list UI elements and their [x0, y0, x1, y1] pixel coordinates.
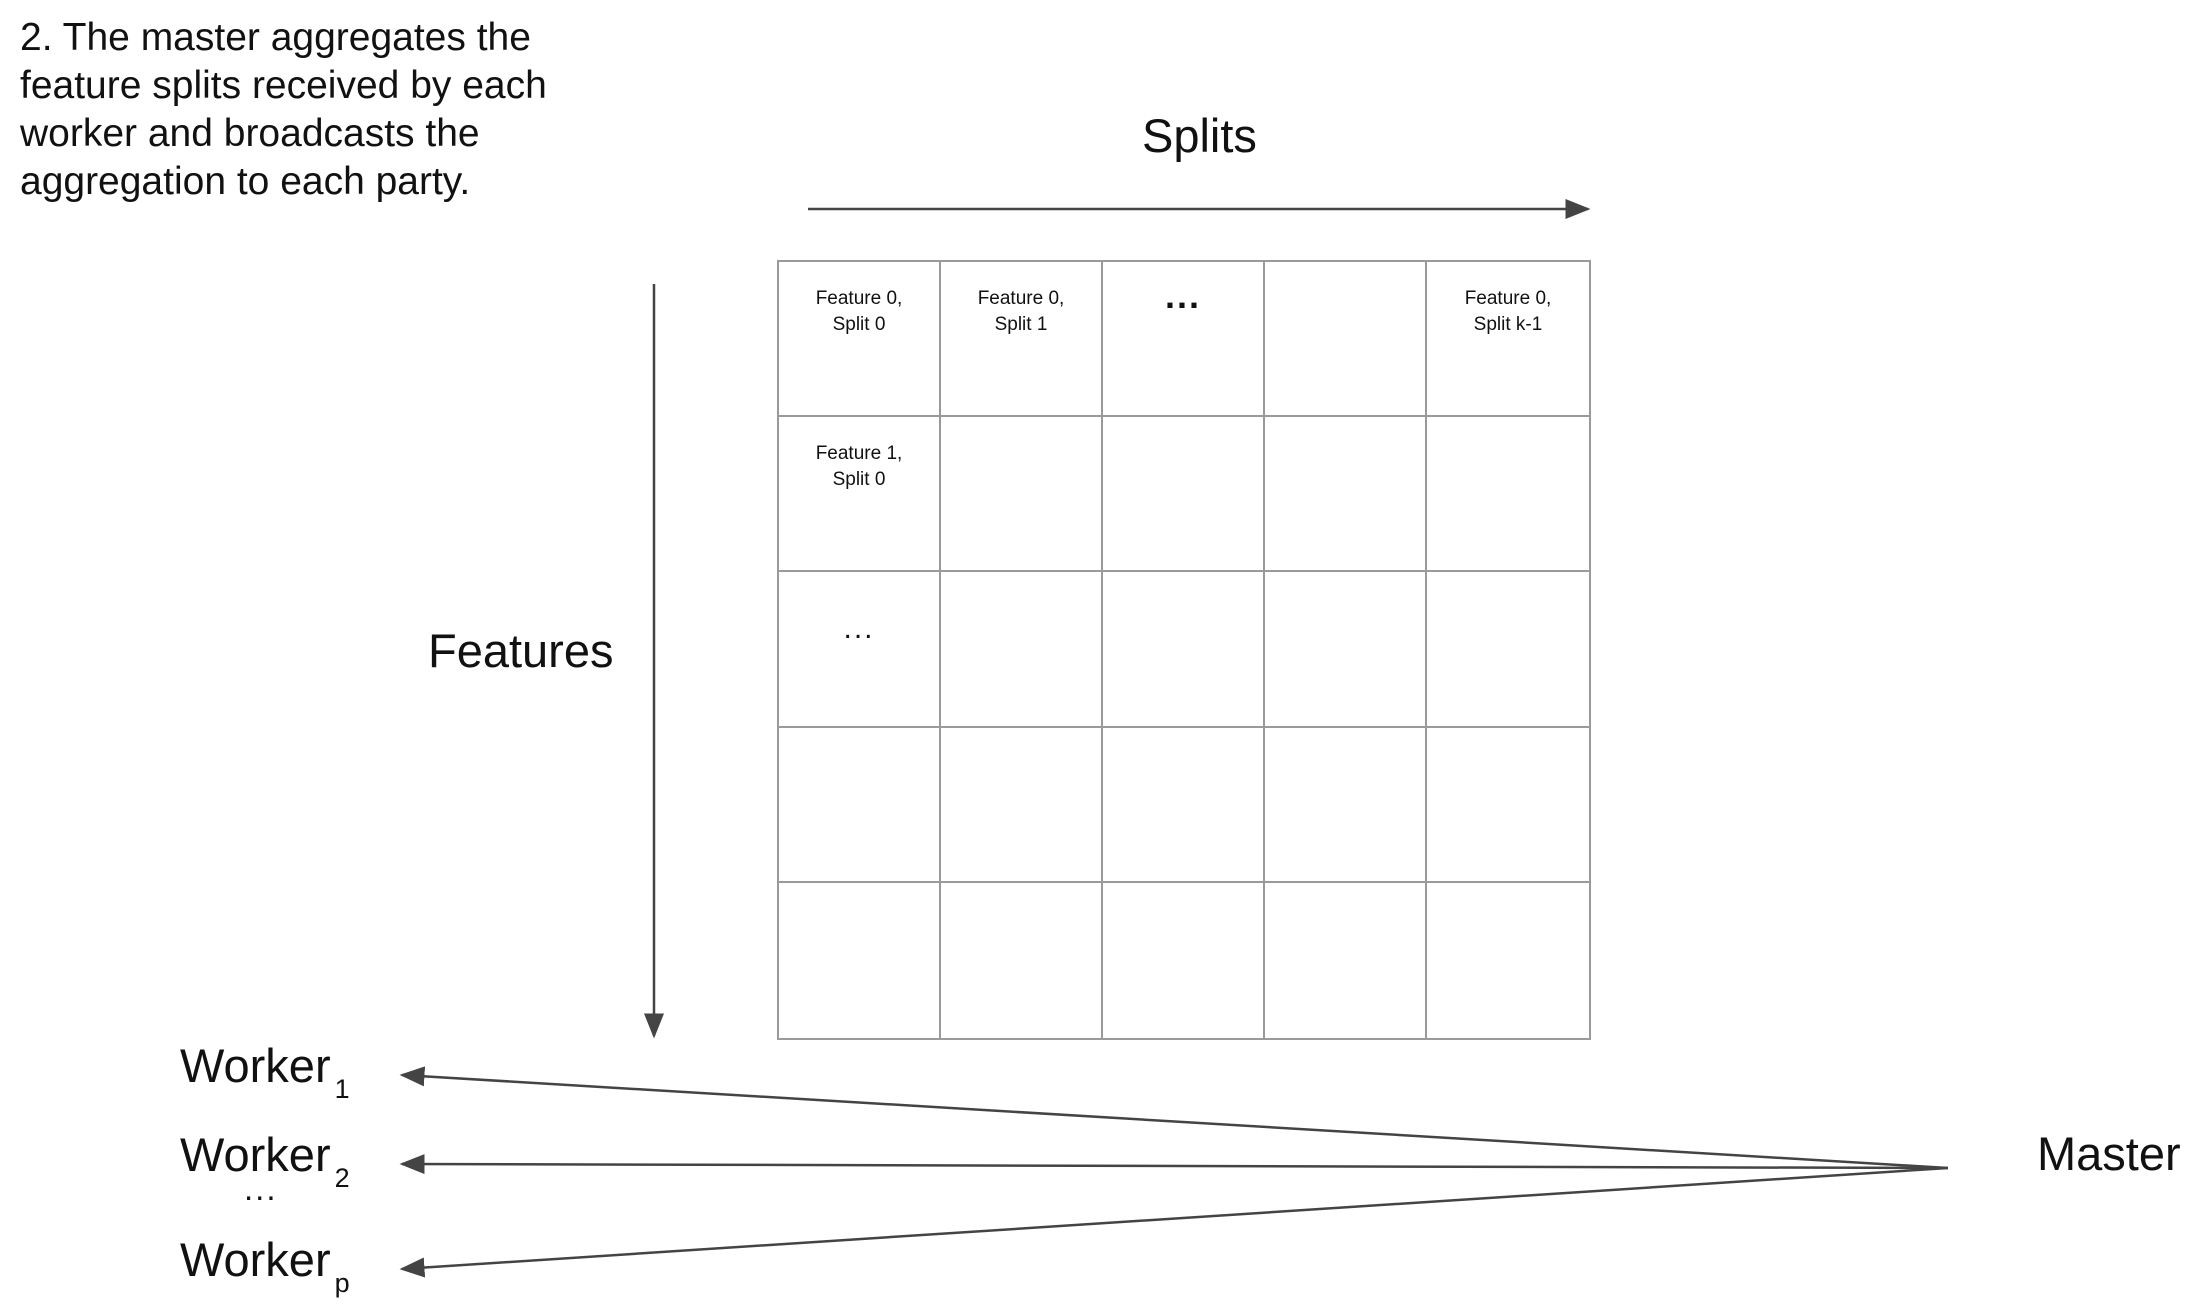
grid-cell-r4-c4	[1427, 883, 1589, 1038]
workers-ellipsis: ...	[244, 1170, 278, 1207]
grid-cell-r2-c4	[1427, 572, 1589, 728]
grid-cell-r0-c1: Feature 0, Split 1	[941, 262, 1103, 418]
grid-cell-r3-c0	[779, 727, 941, 883]
grid-cell-r2-c2	[1103, 572, 1265, 728]
grid-cell-r1-c4	[1427, 417, 1589, 573]
master-to-worker-2-arrow	[399, 1154, 1949, 1175]
grid-cell-r1-c3	[1265, 417, 1427, 573]
grid-cell-r3-c4	[1427, 728, 1589, 883]
grid-cell-r1-c2	[1103, 417, 1265, 573]
grid-cell-r2-c0: ...	[779, 572, 941, 728]
grid-cell-r0-c3	[1265, 262, 1427, 418]
grid-cell-r3-c2	[1103, 727, 1265, 883]
worker-subscript: p	[334, 1268, 350, 1298]
grid-cell-r3-c1	[941, 727, 1103, 883]
worker-subscript: 2	[334, 1163, 350, 1193]
worker-1-label: Worker 1	[180, 1038, 350, 1117]
grid-cell-r0-c2: ...	[1103, 262, 1265, 418]
worker-subscript: 1	[334, 1074, 350, 1104]
grid-cell-r0-c0: Feature 0, Split 0	[779, 262, 941, 418]
worker-name: Worker	[180, 1039, 331, 1092]
grid-cell-r4-c0	[779, 882, 941, 1038]
grid-cell-r3-c3	[1265, 727, 1427, 883]
grid-cell-r1-c1	[941, 417, 1103, 573]
master-label: Master	[2037, 1127, 2181, 1180]
feature-split-grid: Feature 0, Split 0 Feature 0, Split 1 ..…	[777, 260, 1591, 1040]
grid-cell-r4-c3	[1265, 882, 1427, 1038]
worker-name: Worker	[180, 1233, 331, 1286]
master-to-worker-1-arrow	[399, 1066, 1949, 1170]
grid-cell-r4-c2	[1103, 882, 1265, 1038]
grid-cell-r2-c3	[1265, 572, 1427, 728]
grid-cell-r4-c1	[941, 882, 1103, 1038]
grid-cell-r2-c1	[941, 572, 1103, 728]
grid-cell-r0-c4: Feature 0, Split k-1	[1427, 262, 1589, 418]
grid-cell-r1-c0: Feature 1, Split 0	[779, 417, 941, 573]
master-to-worker-p-arrow	[399, 1166, 1949, 1278]
worker-p-label: Worker p	[180, 1232, 350, 1311]
